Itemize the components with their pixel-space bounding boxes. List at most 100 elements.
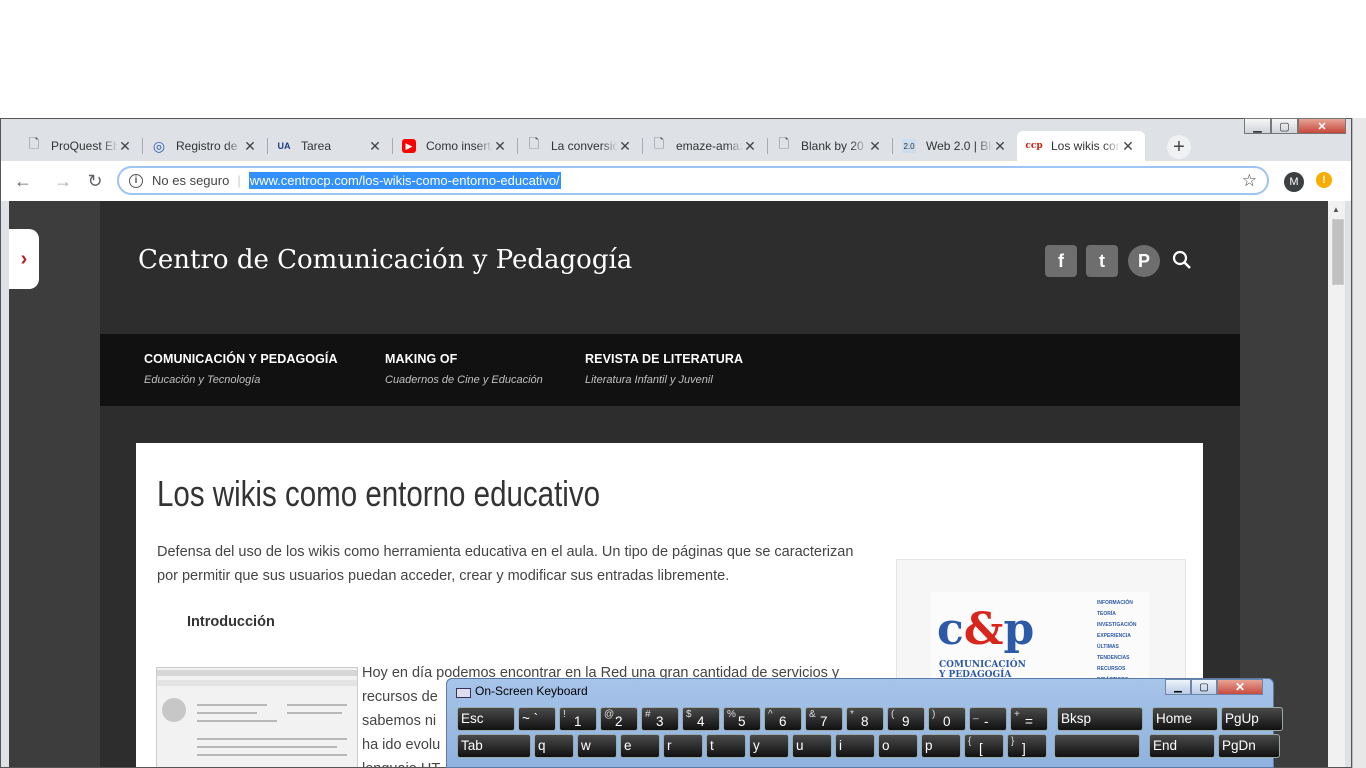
osk-key[interactable] [1054, 734, 1140, 758]
browser-toolbar: ← → ↻ i No es seguro | www.centrocp.com/… [1, 161, 1351, 201]
tab-4[interactable]: 🗋 La conversión✕ [517, 131, 642, 161]
minimize-icon[interactable]: ▁ [1244, 118, 1271, 134]
profile-avatar[interactable]: M [1284, 172, 1304, 192]
tab-close-icon[interactable]: ✕ [993, 138, 1007, 155]
osk-key[interactable]: @2 [600, 707, 638, 731]
osk-key[interactable]: t [706, 734, 746, 758]
youtube-icon: ▶ [402, 139, 416, 153]
tab-5[interactable]: 🗋 emaze-amazing✕ [642, 131, 767, 161]
osk-key[interactable]: $4 [682, 707, 720, 731]
osk-key[interactable]: (9 [887, 707, 925, 731]
ccp-logo: ccp [1025, 141, 1043, 151]
site-title[interactable]: Centro de Comunicación y Pedagogía [138, 245, 632, 275]
wikipedia-screenshot-image [156, 667, 358, 767]
scrollbar-thumb[interactable] [1332, 219, 1344, 285]
osk-key[interactable]: u [792, 734, 832, 758]
minimize-icon[interactable]: ▁ [1165, 679, 1191, 695]
nav-item-title: COMUNICACIÓN Y PEDAGOGÍA [144, 352, 338, 366]
update-alert-icon[interactable]: ! [1316, 172, 1332, 188]
tab-close-icon[interactable]: ✕ [1121, 138, 1135, 155]
osk-key[interactable]: o [878, 734, 918, 758]
scroll-up-icon[interactable]: ▲ [1332, 205, 1340, 214]
osk-key[interactable]: Home [1152, 707, 1218, 731]
tab-0[interactable]: 🗋 ProQuest Ebook Central✕ [17, 131, 142, 161]
facebook-icon[interactable]: f [1045, 245, 1077, 277]
tab-8[interactable]: ccp Los wikis como✕ [1017, 131, 1145, 161]
osk-key[interactable]: _ - [969, 707, 1007, 731]
browser-window: 🗋ProQuest Ebook Central✕◎Registro de✕UAT… [0, 118, 1352, 768]
osk-key[interactable]: e [620, 734, 660, 758]
osk-key[interactable]: + = [1010, 707, 1048, 731]
back-button[interactable]: ← [13, 171, 33, 191]
magazine-subtitle: COMUNICACIÓN Y PEDAGOGÍA [939, 660, 1026, 680]
osk-key[interactable]: ^ 6 [764, 707, 802, 731]
new-tab-button[interactable]: + [1167, 135, 1191, 159]
osk-key[interactable]: r [663, 734, 703, 758]
nav-item-title: REVISTA DE LITERATURA [585, 352, 744, 366]
page-scrollbar[interactable]: ▲ [1328, 201, 1345, 767]
maximize-icon[interactable]: ▢ [1191, 679, 1217, 695]
tab-close-icon[interactable]: ✕ [868, 138, 882, 155]
tab-1[interactable]: ◎ Registro de ✕ [142, 131, 267, 161]
nav-item-comunicacion[interactable]: COMUNICACIÓN Y PEDAGOGÍA Educación y Tec… [144, 352, 338, 386]
osk-key[interactable]: ~ ` [518, 707, 556, 731]
tab-close-icon[interactable]: ✕ [493, 138, 507, 155]
osk-key[interactable]: Esc [457, 707, 515, 731]
osk-key[interactable]: ) 0 [928, 707, 966, 731]
osk-key[interactable]: PgDn [1218, 734, 1280, 758]
url-text[interactable]: www.centrocp.com/los-wikis-como-entorno-… [248, 172, 561, 189]
forward-button[interactable]: → [53, 171, 73, 191]
back-arrow-icon: ← [14, 170, 32, 191]
nav-item-subtitle: Cuadernos de Cine y Educación [385, 374, 543, 386]
osk-key[interactable]: i [835, 734, 875, 758]
tab-close-icon[interactable]: ✕ [368, 138, 382, 155]
side-panel-toggle[interactable]: › [9, 229, 39, 289]
osk-key[interactable]: * 8 [846, 707, 884, 731]
page-icon: 🗋 [653, 136, 665, 151]
osk-key[interactable]: q [534, 734, 574, 758]
tab-close-icon[interactable]: ✕ [743, 138, 757, 155]
magazine-tag: INVESTIGACIÓN [1097, 622, 1137, 628]
nav-item-revista[interactable]: REVISTA DE LITERATURA Literatura Infanti… [585, 352, 743, 386]
info-icon[interactable]: i [129, 173, 143, 188]
osk-key[interactable]: #3 [641, 707, 679, 731]
tab-close-icon[interactable]: ✕ [243, 138, 257, 155]
tab-close-icon[interactable]: ✕ [618, 138, 632, 155]
nav-item-subtitle: Literatura Infantil y Juvenil [585, 374, 713, 386]
osk-key[interactable]: End [1149, 734, 1215, 758]
maximize-icon[interactable]: ▢ [1271, 118, 1298, 134]
magazine-tag: ÚLTIMAS TENDENCIAS [1097, 644, 1130, 661]
twitter-icon[interactable]: t [1086, 245, 1118, 277]
osk-key[interactable]: ! 1 [559, 707, 597, 731]
osk-key[interactable]: {[ [964, 734, 1004, 758]
osk-key[interactable]: % 5 [723, 707, 761, 731]
magazine-logo: c&p [937, 604, 1035, 655]
desktop-background [0, 0, 1366, 118]
tab-3[interactable]: ▶ Como insertar✕ [392, 131, 517, 161]
tab-6[interactable]: 🗋 Blank by 20 ✕ [767, 131, 892, 161]
address-bar[interactable]: i No es seguro | www.centrocp.com/los-wi… [117, 166, 1269, 195]
bookmark-star-icon[interactable]: ☆ [1242, 171, 1257, 191]
osk-key[interactable]: }] [1007, 734, 1047, 758]
close-icon[interactable]: ✕ [1298, 118, 1346, 134]
osk-key[interactable]: p [921, 734, 961, 758]
tab-title: emaze-amazing [676, 139, 743, 153]
osk-key[interactable]: PgUp [1221, 707, 1283, 731]
osk-key[interactable]: Bksp [1057, 707, 1143, 731]
osk-key[interactable]: Tab [457, 734, 531, 758]
nav-item-making-of[interactable]: MAKING OF Cuadernos de Cine y Educación [385, 352, 543, 386]
globe-icon: ◎ [152, 137, 166, 154]
close-icon[interactable]: ✕ [1217, 679, 1263, 695]
osk-key[interactable]: & 7 [805, 707, 843, 731]
window-controls: ▁ ▢ ✕ [1244, 118, 1346, 136]
forward-arrow-icon: → [54, 170, 72, 191]
tab-2[interactable]: UA Tarea ✕ [267, 131, 392, 161]
tab-close-icon[interactable]: ✕ [118, 138, 132, 155]
tab-7[interactable]: 2.0 Web 2.0 | Blog✕ [892, 131, 1017, 161]
osk-key[interactable]: y [749, 734, 789, 758]
pinterest-icon[interactable]: P [1128, 245, 1160, 277]
reload-button[interactable]: ↻ [85, 171, 105, 191]
osk-key[interactable]: w [577, 734, 617, 758]
page-icon: 🗋 [28, 136, 40, 151]
search-icon[interactable] [1171, 249, 1193, 271]
